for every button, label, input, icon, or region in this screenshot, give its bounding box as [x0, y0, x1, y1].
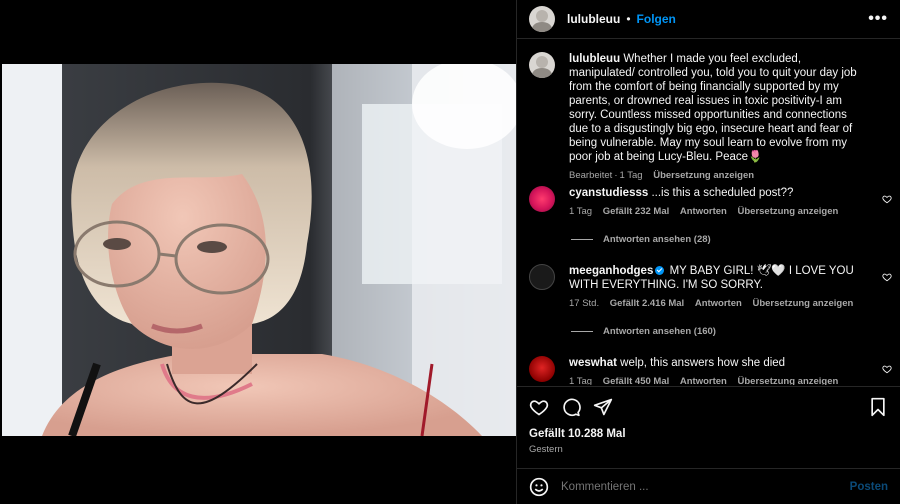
replies-line [571, 239, 593, 240]
commenter-avatar[interactable] [529, 264, 555, 290]
comment-reply-button[interactable]: Antworten [680, 376, 727, 385]
view-replies-button[interactable]: Antworten ansehen (28) [571, 234, 711, 245]
comment-reply-button[interactable]: Antworten [680, 206, 727, 217]
comment-body: ...is this a scheduled post?? [651, 187, 794, 199]
comment-body: welp, this answers how she died [620, 357, 786, 369]
caption-text: lulubleuu Whether I made you feel exclud… [569, 52, 869, 164]
comment-like-heart-icon[interactable] [882, 364, 892, 374]
comment-meta: 1 Tag Gefällt 450 Mal Antworten Übersetz… [569, 376, 869, 385]
caption-edited-label: Bearbeitet [569, 170, 613, 181]
post-photo[interactable] [2, 64, 516, 436]
replies-line [571, 331, 593, 332]
caption-body: Whether I made you feel excluded, manipu… [569, 53, 857, 163]
post-media-pane [0, 0, 516, 504]
post-header: lulubleuu • Folgen ••• [517, 0, 900, 39]
caption-meta: Bearbeitet · 1 Tag Übersetzung anzeigen [569, 170, 869, 181]
header-separator: • [626, 12, 631, 26]
view-replies-label[interactable]: Antworten ansehen (28) [603, 234, 711, 245]
comment-likes[interactable]: Gefällt 232 Mal [603, 206, 670, 217]
commenter-avatar[interactable] [529, 186, 555, 212]
comment-translate-link[interactable]: Übersetzung anzeigen [738, 376, 839, 385]
comment-item: meeganhodges MY BABY GIRL! 🕊🤍 I LOVE YOU… [517, 264, 900, 309]
bookmark-icon[interactable] [868, 397, 888, 417]
commenter-avatar[interactable] [529, 356, 555, 382]
verified-badge-icon [655, 266, 665, 275]
comment-text: weswhat welp, this answers how she died [569, 356, 869, 370]
comment-time[interactable]: 17 Std. [569, 298, 599, 309]
comment-translate-link[interactable]: Übersetzung anzeigen [738, 206, 839, 217]
comments-scroll-area[interactable]: lulubleuu Whether I made you feel exclud… [517, 40, 900, 385]
caption-author-avatar[interactable] [529, 52, 555, 78]
post-date[interactable]: Gestern [529, 444, 563, 455]
comment-item: cyanstudiesss ...is this a scheduled pos… [517, 186, 900, 217]
comment-reply-button[interactable]: Antworten [695, 298, 742, 309]
comment-likes[interactable]: Gefällt 450 Mal [603, 376, 670, 385]
follow-button[interactable]: Folgen [637, 12, 676, 26]
comment-text: cyanstudiesss ...is this a scheduled pos… [569, 186, 869, 200]
comment-like-heart-icon[interactable] [882, 194, 892, 204]
author-username[interactable]: lulubleuu [567, 12, 620, 26]
post-comment-button[interactable]: Posten [850, 481, 888, 493]
comment-username[interactable]: cyanstudiesss [569, 187, 648, 199]
caption-time[interactable]: 1 Tag [619, 170, 642, 181]
send-icon[interactable] [593, 397, 613, 417]
post-like-count[interactable]: Gefällt 10.288 Mal [529, 428, 626, 440]
comment-time[interactable]: 1 Tag [569, 376, 592, 385]
comment-like-heart-icon[interactable] [882, 272, 892, 282]
emoji-icon[interactable] [529, 477, 549, 497]
comment-likes[interactable]: Gefällt 2.416 Mal [610, 298, 684, 309]
comment-username[interactable]: meeganhodges [569, 265, 653, 277]
view-replies-button[interactable]: Antworten ansehen (160) [571, 326, 716, 337]
post-actions-bar [517, 386, 900, 426]
view-replies-label[interactable]: Antworten ansehen (160) [603, 326, 716, 337]
caption-entry: lulubleuu Whether I made you feel exclud… [517, 52, 900, 181]
comment-meta: 17 Std. Gefällt 2.416 Mal Antworten Über… [569, 298, 869, 309]
post-side-panel: lulubleuu • Folgen ••• lulubleuu Whether… [516, 0, 900, 504]
comment-username[interactable]: weswhat [569, 357, 617, 369]
comment-text: meeganhodges MY BABY GIRL! 🕊🤍 I LOVE YOU… [569, 264, 869, 292]
author-avatar[interactable] [529, 6, 555, 32]
meta-dot: · [614, 170, 618, 181]
comment-time[interactable]: 1 Tag [569, 206, 592, 217]
comment-composer: Posten [517, 468, 900, 504]
comment-input[interactable] [561, 480, 850, 493]
more-options-icon[interactable]: ••• [868, 10, 888, 28]
caption-username[interactable]: lulubleuu [569, 53, 620, 65]
comment-icon[interactable] [561, 397, 581, 417]
comment-item: weswhat welp, this answers how she died … [517, 356, 900, 385]
heart-icon[interactable] [529, 397, 549, 417]
caption-translate-link[interactable]: Übersetzung anzeigen [653, 170, 754, 181]
comment-translate-link[interactable]: Übersetzung anzeigen [752, 298, 853, 309]
comment-meta: 1 Tag Gefällt 232 Mal Antworten Übersetz… [569, 206, 869, 217]
